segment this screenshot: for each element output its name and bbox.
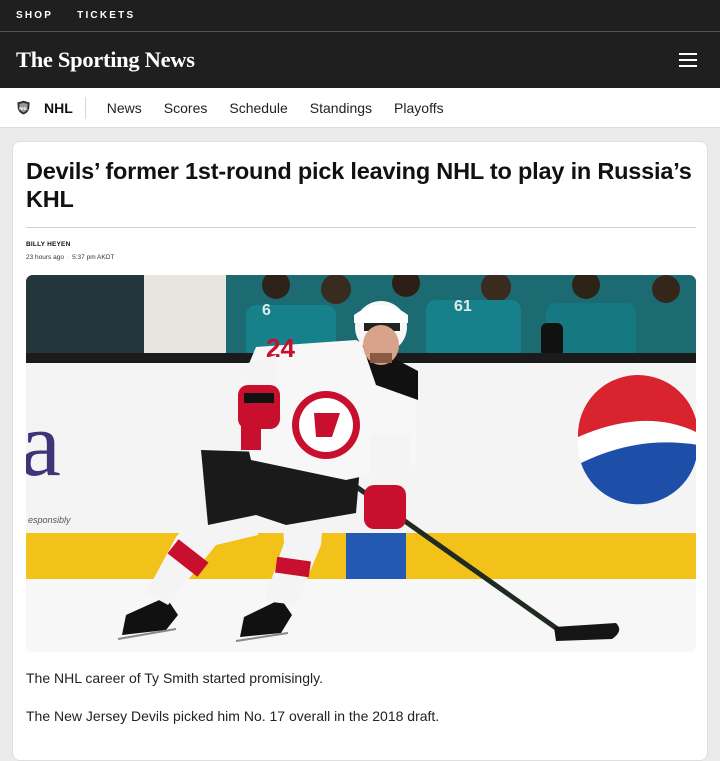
site-logo[interactable]: The Sporting News	[16, 47, 195, 73]
author-name[interactable]: BILLY HEYEN	[26, 241, 70, 248]
top-utility-bar: SHOP TICKETS	[0, 0, 720, 31]
nav-scores[interactable]: Scores	[164, 100, 208, 116]
article-hero-image: 6 61 a esponsibly 24	[26, 275, 696, 652]
site-header: The Sporting News	[0, 31, 720, 88]
shop-link[interactable]: SHOP	[16, 10, 53, 21]
time-stamp: 5:37 pm AKDT	[72, 254, 115, 261]
hockey-player-illustration: 6 61 a esponsibly 24	[26, 275, 696, 652]
tickets-link[interactable]: TICKETS	[77, 10, 135, 21]
nav-schedule[interactable]: Schedule	[229, 100, 287, 116]
nav-standings[interactable]: Standings	[310, 100, 372, 116]
svg-text:a: a	[26, 393, 61, 495]
article-card: Devils’ former 1st-round pick leaving NH…	[12, 141, 708, 761]
headline-divider	[26, 227, 696, 228]
article-headline: Devils’ former 1st-round pick leaving NH…	[26, 158, 692, 212]
menu-icon[interactable]	[679, 53, 697, 67]
article-paragraph: The NHL career of Ty Smith started promi…	[26, 670, 323, 686]
league-selector[interactable]: NHL NHL	[16, 96, 86, 119]
article-paragraph: The New Jersey Devils picked him No. 17 …	[26, 708, 440, 724]
nav-playoffs[interactable]: Playoffs	[394, 100, 444, 116]
svg-text:NHL: NHL	[19, 106, 28, 111]
section-nav: NHL NHL News Scores Schedule Standings P…	[0, 88, 720, 128]
nhl-shield-icon: NHL	[17, 100, 30, 115]
nav-news[interactable]: News	[107, 100, 142, 116]
time-ago: 23 hours ago	[26, 254, 64, 261]
svg-text:61: 61	[454, 298, 472, 315]
league-name: NHL	[44, 99, 73, 116]
svg-text:6: 6	[262, 302, 271, 319]
svg-text:esponsibly: esponsibly	[28, 515, 71, 525]
publish-time: 23 hours ago · 5:37 pm AKDT	[26, 254, 115, 261]
